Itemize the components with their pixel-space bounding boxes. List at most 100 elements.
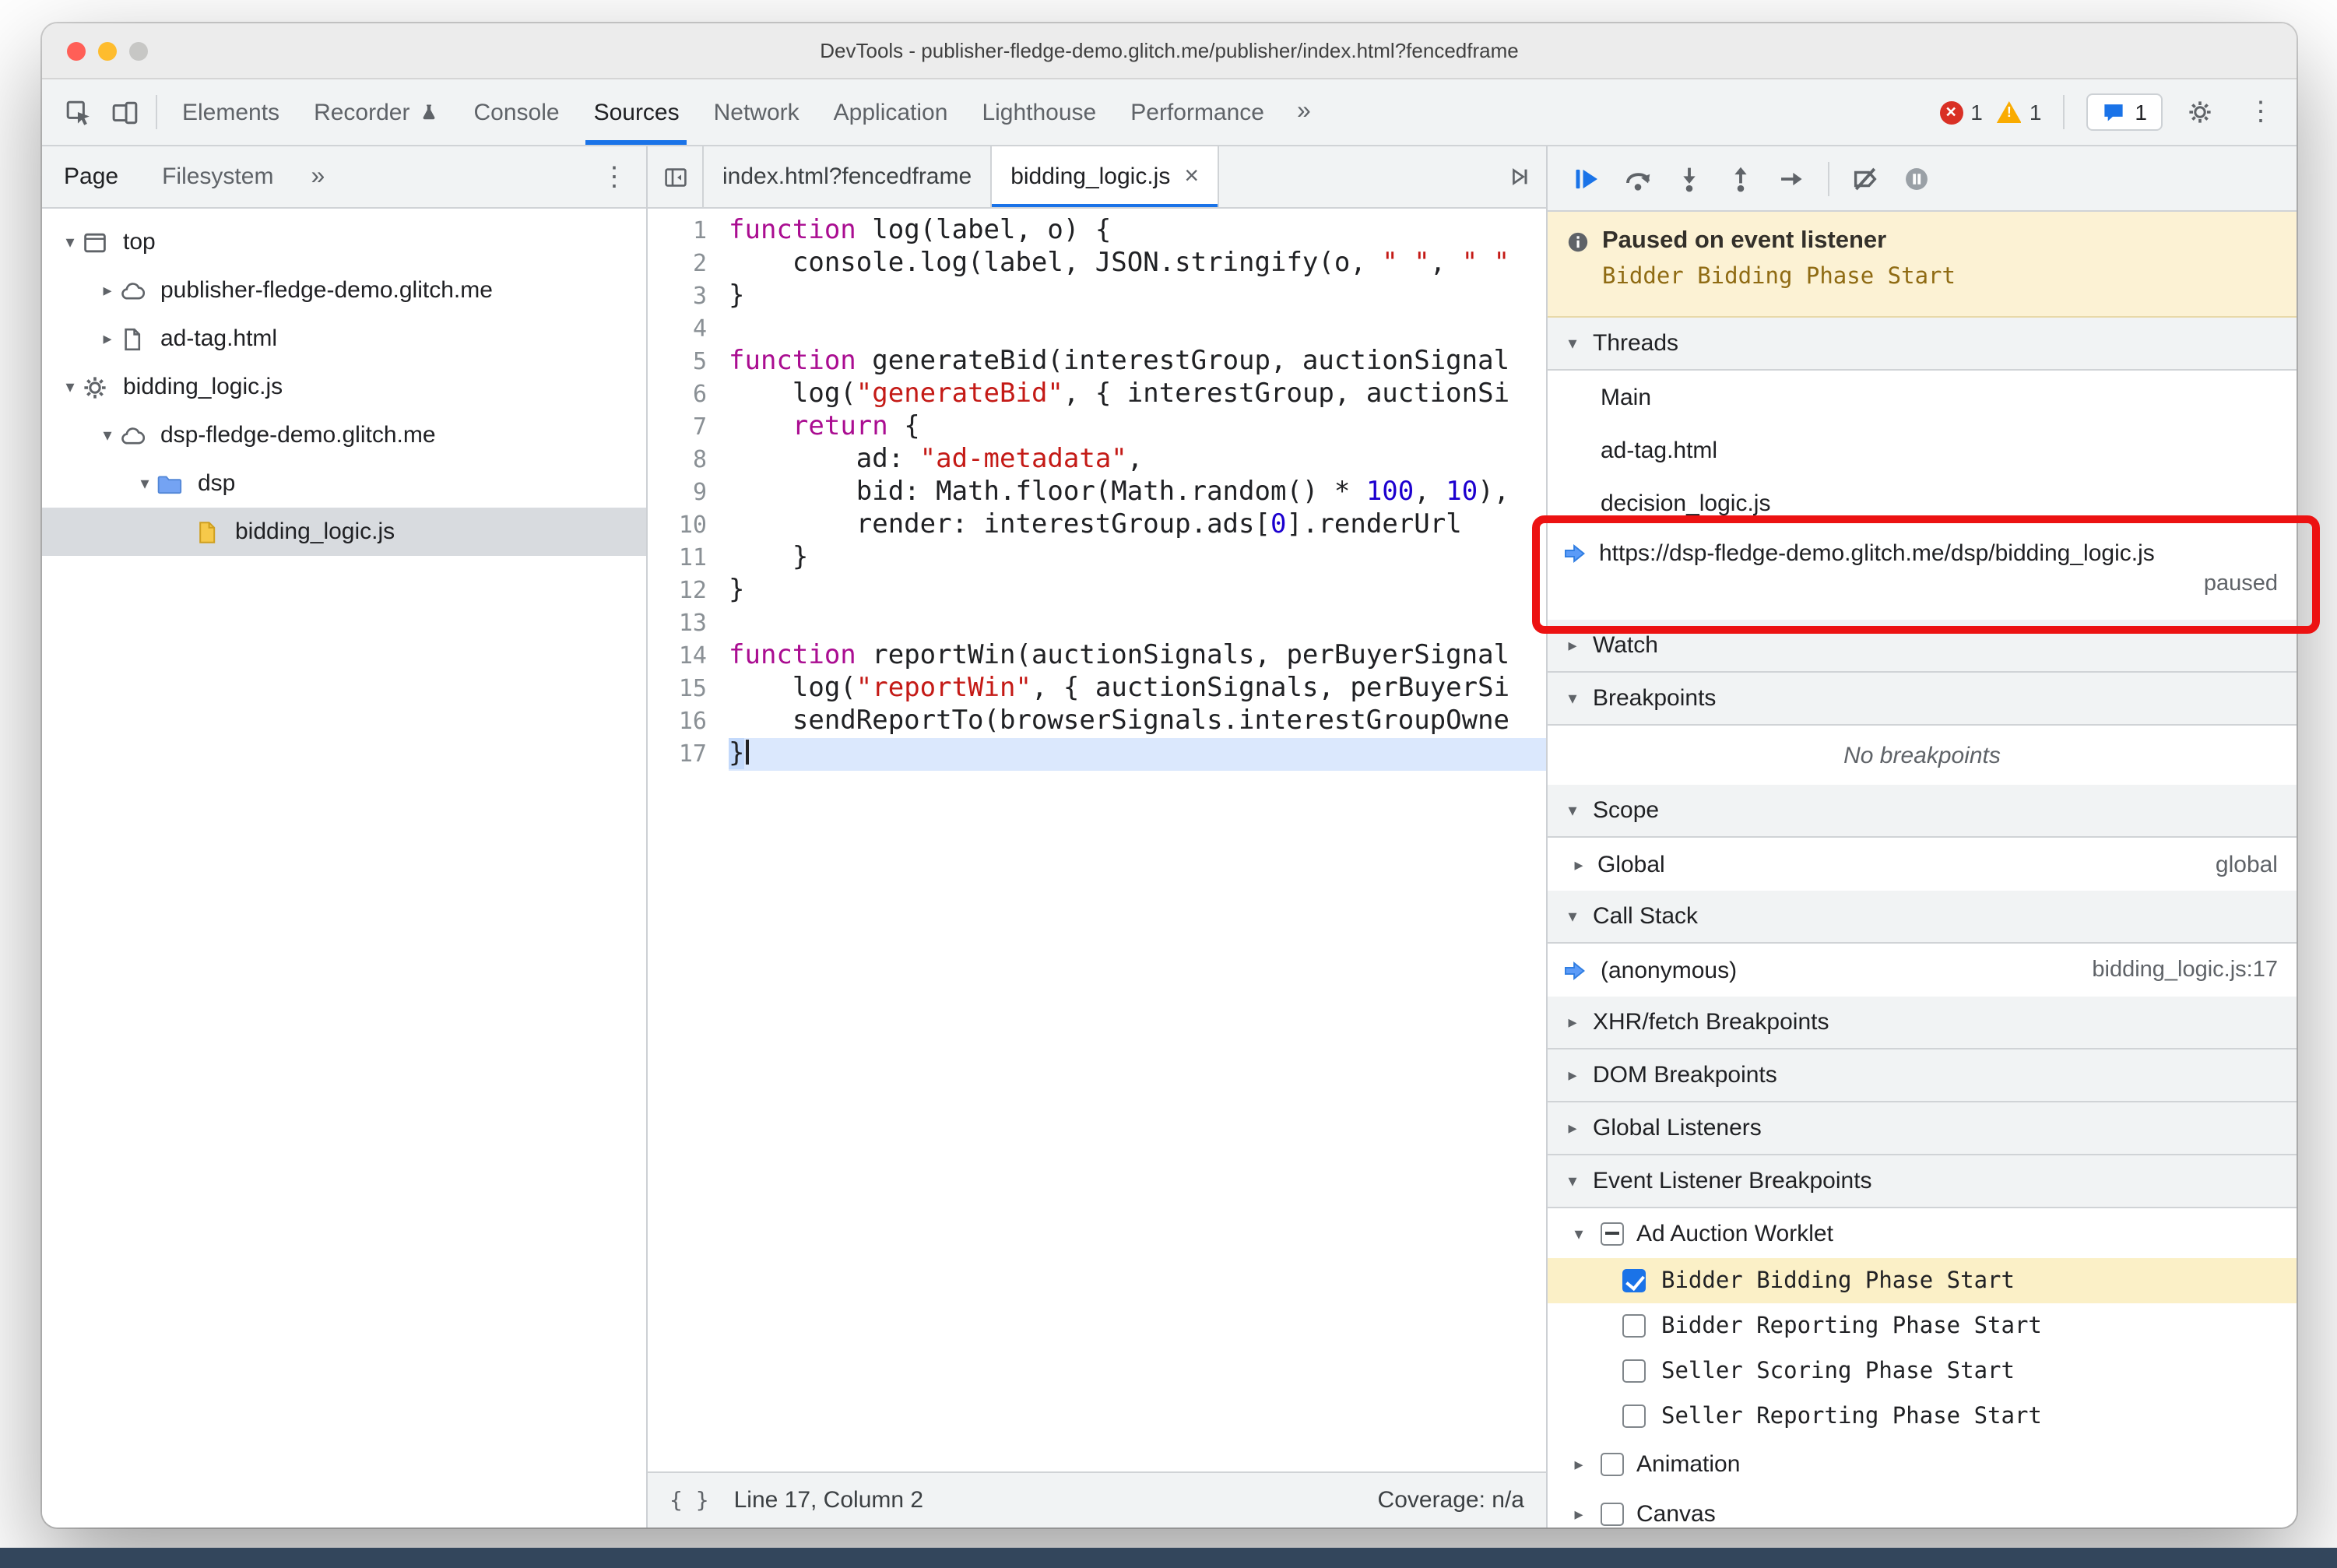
device-toolbar-icon[interactable] [101, 89, 148, 135]
zoom-window-button[interactable] [129, 42, 148, 61]
navigator-tab-filesystem[interactable]: Filesystem [140, 146, 295, 207]
elb-group-ad-auction-worklet[interactable]: ▾ Ad Auction Worklet [1548, 1208, 2297, 1258]
line-number[interactable]: 10 [648, 509, 729, 542]
editor-tab-overflow-icon[interactable] [1490, 146, 1546, 207]
section-threads[interactable]: ▾ Threads [1548, 318, 2297, 371]
line-number[interactable]: 3 [648, 280, 729, 313]
tree-item-ad-tag-html[interactable]: ▸ ad-tag.html [42, 315, 646, 363]
panel-tab-sources[interactable]: Sources [577, 79, 697, 145]
line-number[interactable]: 15 [648, 673, 729, 705]
navigator-tab-page[interactable]: Page [42, 146, 140, 207]
tree-item-dsp-fledge-demo-glitch-me[interactable]: ▾ dsp-fledge-demo.glitch.me [42, 411, 646, 459]
section-xhr-breakpoints[interactable]: ▸ XHR/fetch Breakpoints [1548, 997, 2297, 1049]
line-number[interactable]: 14 [648, 640, 729, 673]
more-panels-chevron-icon[interactable]: » [1281, 98, 1327, 126]
editor-tab-bidding-logic-js[interactable]: bidding_logic.js × [992, 146, 1220, 207]
disclosure-right-icon[interactable]: ▸ [1569, 1454, 1588, 1474]
elb-group-canvas[interactable]: ▸ Canvas [1548, 1489, 2297, 1528]
settings-gear-icon[interactable] [2177, 89, 2223, 135]
line-number[interactable]: 6 [648, 378, 729, 411]
section-watch[interactable]: ▸ Watch [1548, 620, 2297, 673]
panel-tab-application[interactable]: Application [817, 79, 965, 145]
step-into-icon[interactable] [1666, 155, 1713, 202]
deactivate-breakpoints-icon[interactable] [1842, 155, 1889, 202]
section-breakpoints[interactable]: ▾ Breakpoints [1548, 673, 2297, 726]
resume-icon[interactable] [1563, 155, 1610, 202]
thread-row-ad-tag-html[interactable]: ad-tag.html [1548, 424, 2297, 476]
tree-item-dsp[interactable]: ▾ dsp [42, 459, 646, 508]
navigator-kebab-icon[interactable]: ⋮ [582, 161, 646, 192]
line-number[interactable]: 13 [648, 607, 729, 640]
elb-item-seller-reporting-phase-start[interactable]: Seller Reporting Phase Start [1548, 1394, 2297, 1439]
section-dom-breakpoints[interactable]: ▸ DOM Breakpoints [1548, 1049, 2297, 1102]
line-number[interactable]: 11 [648, 542, 729, 575]
close-window-button[interactable] [67, 42, 86, 61]
checkbox-ad-auction-worklet[interactable] [1601, 1222, 1624, 1245]
line-number[interactable]: 5 [648, 346, 729, 378]
step-over-icon[interactable] [1615, 155, 1661, 202]
scope-global-row[interactable]: ▸ Global global [1548, 838, 2297, 891]
line-number[interactable]: 17 [648, 738, 729, 771]
disclosure-right-icon[interactable]: ▸ [95, 280, 120, 301]
code-editor[interactable]: 1 function log(label, o) {2 console.log(l… [648, 209, 1546, 1471]
issues-button[interactable]: 1 [2086, 93, 2163, 131]
elb-item-seller-scoring-phase-start[interactable]: Seller Scoring Phase Start [1548, 1348, 2297, 1394]
line-number[interactable]: 12 [648, 575, 729, 607]
section-event-listener-breakpoints[interactable]: ▾ Event Listener Breakpoints [1548, 1155, 2297, 1208]
main-menu-kebab-icon[interactable]: ⋮ [2237, 89, 2284, 135]
pretty-print-button[interactable]: { } [669, 1488, 709, 1513]
panel-tab-recorder[interactable]: Recorder [297, 79, 456, 145]
step-out-icon[interactable] [1717, 155, 1764, 202]
close-tab-icon[interactable]: × [1184, 163, 1199, 191]
step-icon[interactable] [1769, 155, 1815, 202]
elb-item-bidder-reporting-phase-start[interactable]: Bidder Reporting Phase Start [1548, 1303, 2297, 1348]
line-number[interactable]: 9 [648, 476, 729, 509]
checkbox-seller-scoring-phase-start[interactable] [1622, 1359, 1646, 1383]
navigator-toggle-icon[interactable] [648, 146, 704, 207]
tree-item-bidding-logic-js[interactable]: ▾ bidding_logic.js [42, 363, 646, 411]
section-global-listeners[interactable]: ▸ Global Listeners [1548, 1102, 2297, 1155]
line-number[interactable]: 16 [648, 705, 729, 738]
panel-tab-lighthouse[interactable]: Lighthouse [965, 79, 1113, 145]
elb-item-bidder-bidding-phase-start[interactable]: Bidder Bidding Phase Start [1548, 1258, 2297, 1303]
call-stack-frame[interactable]: (anonymous) bidding_logic.js:17 [1548, 944, 2297, 997]
disclosure-down-icon[interactable]: ▾ [132, 473, 157, 494]
error-badge[interactable]: ✕ 1 [1939, 100, 1983, 125]
section-call-stack[interactable]: ▾ Call Stack [1548, 891, 2297, 944]
tree-item-top[interactable]: ▾ top [42, 218, 646, 266]
disclosure-down-icon[interactable]: ▾ [95, 425, 120, 445]
toolbar-separator [156, 95, 157, 129]
panel-tab-console[interactable]: Console [456, 79, 576, 145]
pause-on-exceptions-icon[interactable] [1893, 155, 1940, 202]
section-scope[interactable]: ▾ Scope [1548, 785, 2297, 838]
disclosure-right-icon[interactable]: ▸ [1569, 1503, 1588, 1524]
panel-tab-performance[interactable]: Performance [1113, 79, 1281, 145]
tree-item-bidding-logic-js[interactable]: bidding_logic.js [42, 508, 646, 556]
thread-row-main[interactable]: Main [1548, 371, 2297, 424]
elb-group-animation[interactable]: ▸ Animation [1548, 1439, 2297, 1489]
disclosure-down-icon[interactable]: ▾ [58, 232, 83, 252]
panel-tab-network[interactable]: Network [697, 79, 817, 145]
checkbox-bidder-reporting-phase-start[interactable] [1622, 1314, 1646, 1338]
minimize-window-button[interactable] [98, 42, 117, 61]
disclosure-right-icon[interactable]: ▸ [95, 329, 120, 349]
tree-item-publisher-fledge-demo-glitch-me[interactable]: ▸ publisher-fledge-demo.glitch.me [42, 266, 646, 315]
thread-row-current[interactable]: https://dsp-fledge-demo.glitch.me/dsp/bi… [1548, 529, 2297, 620]
line-number[interactable]: 7 [648, 411, 729, 444]
disclosure-down-icon[interactable]: ▾ [58, 377, 83, 397]
panel-tab-elements[interactable]: Elements [165, 79, 297, 145]
line-number[interactable]: 8 [648, 444, 729, 476]
checkbox-seller-reporting-phase-start[interactable] [1622, 1405, 1646, 1428]
checkbox-canvas[interactable] [1601, 1502, 1624, 1525]
checkbox-animation[interactable] [1601, 1452, 1624, 1475]
line-number[interactable]: 2 [648, 248, 729, 280]
inspect-element-icon[interactable] [54, 89, 101, 135]
navigator-more-tabs-icon[interactable]: » [295, 163, 340, 191]
disclosure-down-icon[interactable]: ▾ [1569, 1223, 1588, 1243]
warning-badge[interactable]: ! 1 [1996, 100, 2041, 125]
checkbox-bidder-bidding-phase-start[interactable] [1622, 1269, 1646, 1292]
line-number[interactable]: 1 [648, 215, 729, 248]
line-number[interactable]: 4 [648, 313, 729, 346]
editor-tab-index-html-fencedframe[interactable]: index.html?fencedframe [704, 146, 993, 207]
thread-row-decision-logic-js[interactable]: decision_logic.js [1548, 476, 2297, 529]
